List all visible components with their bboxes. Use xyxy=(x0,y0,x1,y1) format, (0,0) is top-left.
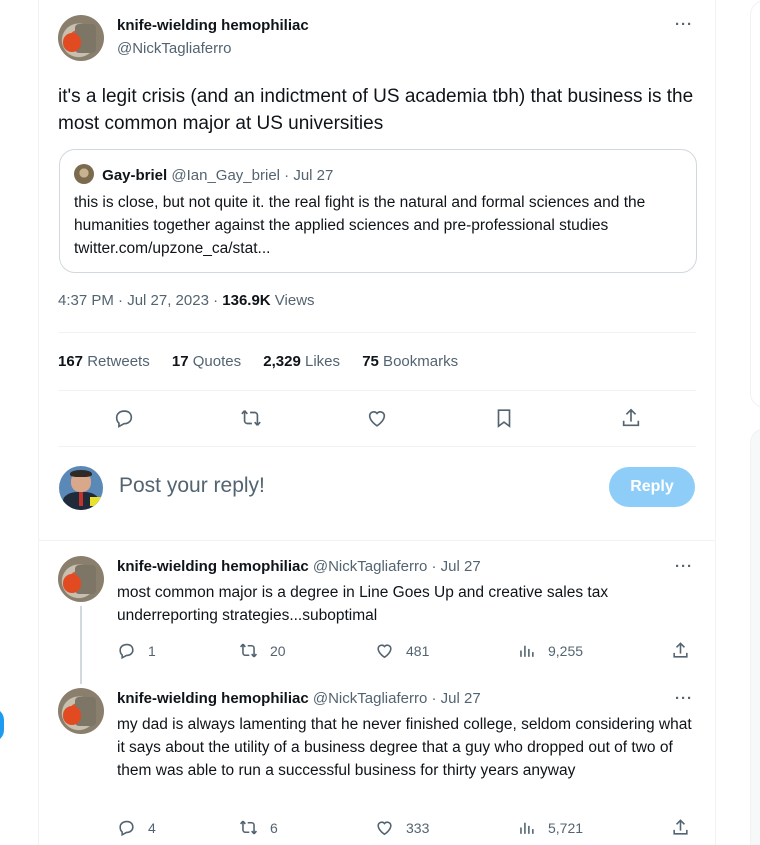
author-avatar[interactable] xyxy=(58,15,104,61)
reply-author-name[interactable]: knife-wielding hemophiliac xyxy=(117,558,309,575)
divider xyxy=(58,446,696,447)
floating-compose-button[interactable] xyxy=(0,708,4,742)
reply-icon xyxy=(119,643,134,660)
share-icon[interactable] xyxy=(671,641,690,660)
like-icon xyxy=(377,644,392,659)
quoted-author-avatar xyxy=(74,164,94,184)
reply-author-handle[interactable]: @NickTagliaferro xyxy=(313,558,427,575)
reply-icon xyxy=(119,820,134,837)
reply-views[interactable]: 9,255 xyxy=(517,641,583,660)
reply-retweets[interactable]: 20 xyxy=(239,641,286,660)
reply-header: knife-wielding hemophiliac @NickTagliafe… xyxy=(117,690,481,707)
reply-likes[interactable]: 481 xyxy=(375,641,429,660)
retweet-icon[interactable] xyxy=(237,404,265,432)
like-icon xyxy=(377,821,392,836)
reply-author-name[interactable]: knife-wielding hemophiliac xyxy=(117,690,309,707)
reply-text: most common major is a degree in Line Go… xyxy=(117,584,609,624)
engagement-stats: 167 Retweets 17 Quotes 2,329 Likes 75 Bo… xyxy=(58,353,476,370)
quoted-author-name: Gay-briel xyxy=(102,167,168,184)
tweet-timestamp[interactable]: 4:37 PM · Jul 27, 2023 · xyxy=(58,292,222,309)
like-icon[interactable] xyxy=(363,404,391,432)
reply-author-handle[interactable]: @NickTagliaferro xyxy=(313,690,427,707)
views-label: Views xyxy=(270,292,315,309)
more-options-icon[interactable]: ··· xyxy=(675,16,693,33)
likes-stat[interactable]: 2,329 Likes xyxy=(263,353,340,370)
sidebar-panel xyxy=(750,0,760,408)
quoted-tweet-text: this is close, but not quite it. the rea… xyxy=(74,194,646,257)
reply-button[interactable]: Reply xyxy=(609,467,695,507)
divider xyxy=(58,332,696,333)
author-name[interactable]: knife-wielding hemophiliac xyxy=(117,17,309,34)
quoted-tweet[interactable]: Gay-briel @Ian_Gay_briel · Jul 27 this i… xyxy=(59,149,697,273)
views-icon xyxy=(520,822,534,834)
column-border-left xyxy=(38,0,39,845)
reply-likes[interactable]: 333 xyxy=(375,818,429,837)
current-user-avatar[interactable] xyxy=(59,466,103,510)
quotes-stat[interactable]: 17 Quotes xyxy=(172,353,241,370)
reply-text: my dad is always lamenting that he never… xyxy=(117,716,692,779)
reply-header: knife-wielding hemophiliac @NickTagliafe… xyxy=(117,558,481,575)
reply-replies[interactable]: 4 xyxy=(117,818,156,837)
divider xyxy=(39,540,715,541)
retweet-icon xyxy=(239,820,258,835)
reply-author-avatar[interactable] xyxy=(58,556,104,602)
reply-date[interactable]: · Jul 27 xyxy=(431,690,480,707)
sidebar-panel-lower xyxy=(750,428,760,845)
reply-views[interactable]: 5,721 xyxy=(517,818,583,837)
share-icon[interactable] xyxy=(617,404,645,432)
tweet-meta: 4:37 PM · Jul 27, 2023 · 136.9K Views xyxy=(58,292,315,309)
quoted-tweet-header: Gay-briel @Ian_Gay_briel · Jul 27 xyxy=(74,164,333,184)
reply-icon[interactable] xyxy=(110,404,138,432)
reply-input[interactable]: Post your reply! xyxy=(119,474,265,498)
reply-replies[interactable]: 1 xyxy=(117,641,156,660)
bookmark-icon[interactable] xyxy=(490,404,518,432)
share-icon[interactable] xyxy=(671,818,690,837)
views-icon xyxy=(520,645,534,657)
thread-connector xyxy=(80,606,82,684)
reply-retweets[interactable]: 6 xyxy=(239,818,278,837)
quoted-date: · Jul 27 xyxy=(284,167,334,184)
quoted-author-handle: @Ian_Gay_briel xyxy=(171,167,280,184)
retweet-icon xyxy=(239,643,258,658)
more-options-icon[interactable]: ··· xyxy=(675,558,693,575)
column-border-right xyxy=(715,0,716,845)
author-handle[interactable]: @NickTagliaferro xyxy=(117,40,231,57)
bookmarks-stat[interactable]: 75 Bookmarks xyxy=(362,353,458,370)
more-options-icon[interactable]: ··· xyxy=(675,690,693,707)
retweets-stat[interactable]: 167 Retweets xyxy=(58,353,150,370)
reply-author-avatar[interactable] xyxy=(58,688,104,734)
tweet-text: it's a legit crisis (and an indictment o… xyxy=(58,86,694,134)
reply-date[interactable]: · Jul 27 xyxy=(431,558,480,575)
views-count: 136.9K xyxy=(222,292,271,309)
divider xyxy=(58,390,696,391)
